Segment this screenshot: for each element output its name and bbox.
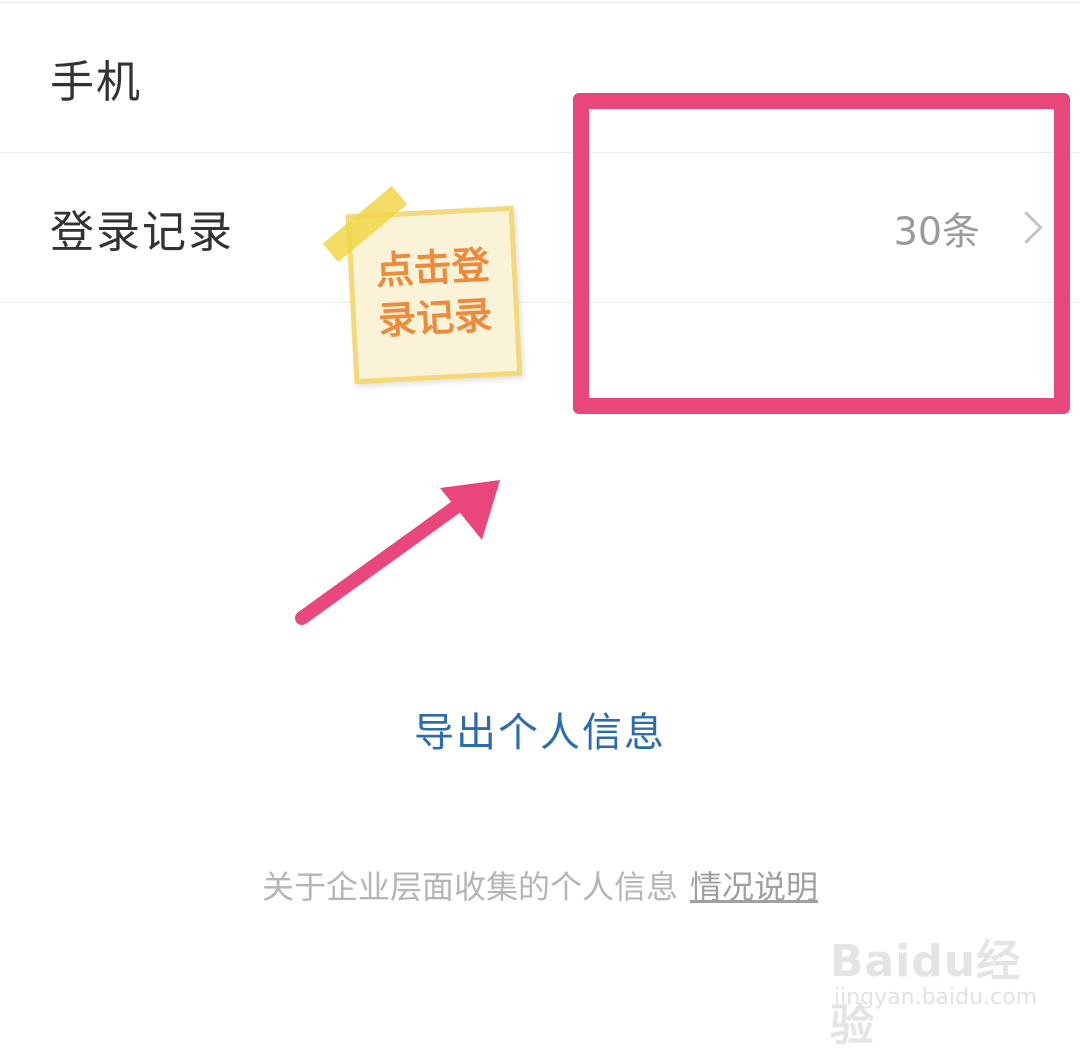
footer-text: 关于企业层面收集的个人信息 [261, 868, 678, 906]
footer-note: 关于企业层面收集的个人信息 情况说明 [0, 862, 1080, 908]
row-label-phone: 手机 [50, 56, 142, 108]
footer-explanation-link[interactable]: 情况说明 [690, 868, 818, 906]
arrow-icon [295, 480, 500, 625]
sticky-note-text: 点击登录记录 [374, 243, 494, 343]
watermark-url: jingyan.baidu.com [834, 985, 1038, 1010]
highlight-box [573, 93, 1070, 414]
row-label-login-records: 登录记录 [50, 206, 234, 258]
baidu-jingyan-watermark: Baidu经验 jingyan.baidu.com [830, 925, 1060, 1051]
export-personal-info-link[interactable]: 导出个人信息 [0, 700, 1080, 758]
